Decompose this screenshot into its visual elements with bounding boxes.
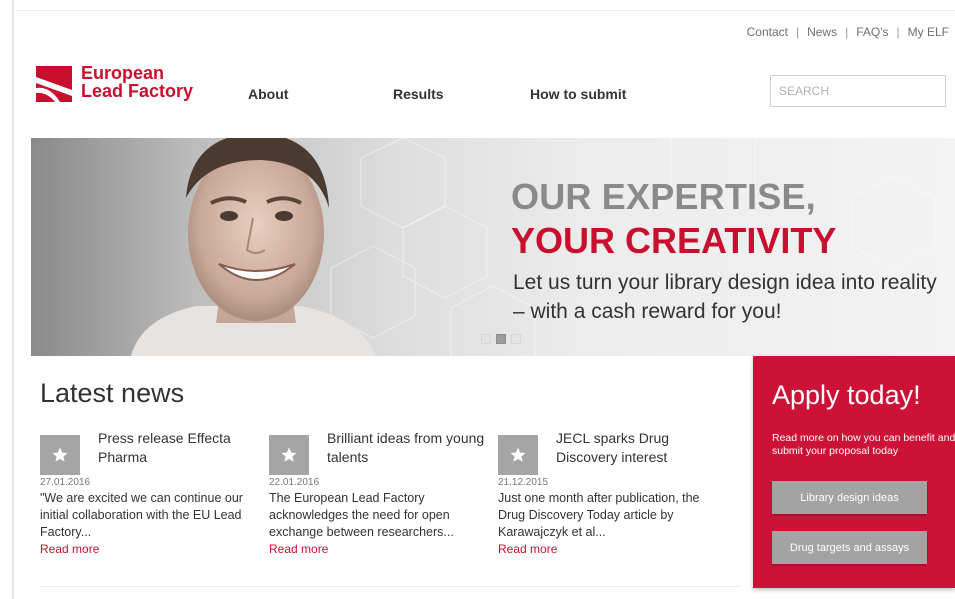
separator: | xyxy=(845,25,849,39)
news-excerpt: The European Lead Factory acknowledges t… xyxy=(269,491,454,539)
frame-border-top xyxy=(12,10,955,11)
hero-subtitle: Let us turn your library design idea int… xyxy=(513,271,937,323)
read-more-link[interactable]: Read more xyxy=(269,542,489,556)
slider-dot-2[interactable] xyxy=(496,334,506,344)
read-more-link[interactable]: Read more xyxy=(40,542,260,556)
library-design-ideas-button[interactable]: Library design ideas xyxy=(772,481,927,514)
nav-about[interactable]: About xyxy=(248,86,288,102)
page: Contact | News | FAQ's | My ELF European… xyxy=(0,0,955,599)
star-icon[interactable] xyxy=(498,435,538,475)
nav-how-to-submit[interactable]: How to submit xyxy=(530,86,626,102)
news-date: 27.01.2016 xyxy=(40,477,91,488)
star-icon[interactable] xyxy=(269,435,309,475)
apply-description: Read more on how you can benefit and sub… xyxy=(772,432,955,457)
star-icon[interactable] xyxy=(40,435,80,475)
news-excerpt: "We are excited we can continue our init… xyxy=(40,491,243,539)
hero-banner[interactable]: OUR EXPERTISE, YOUR CREATIVITY Let us tu… xyxy=(31,138,955,356)
news-item: JECL sparks Drug Discovery interest 21.1… xyxy=(498,428,718,556)
apply-heading: Apply today! xyxy=(772,380,921,410)
apply-panel: Apply today! Read more on how you can be… xyxy=(753,356,955,588)
slider-dot-3[interactable] xyxy=(511,334,521,344)
news-date: 22.01.2016 xyxy=(269,477,320,488)
utility-nav: Contact | News | FAQ's | My ELF xyxy=(747,25,949,39)
news-item: Press release Effecta Pharma 27.01.2016 … xyxy=(40,428,260,556)
news-headline[interactable]: JECL sparks Drug Discovery interest xyxy=(556,428,718,467)
news-headline[interactable]: Brilliant ideas from young talents xyxy=(327,428,489,467)
faqs-link[interactable]: FAQ's xyxy=(856,25,888,39)
news-date: 21.12.2015 xyxy=(498,477,549,488)
latest-news-heading: Latest news xyxy=(40,378,185,408)
smiling-man-photo xyxy=(131,138,376,356)
logo-icon xyxy=(36,66,72,102)
news-headline[interactable]: Press release Effecta Pharma xyxy=(98,428,260,467)
nav-results[interactable]: Results xyxy=(393,86,444,102)
search-input[interactable] xyxy=(770,75,946,107)
drug-targets-button[interactable]: Drug targets and assays xyxy=(772,531,927,564)
slider-dot-1[interactable] xyxy=(481,334,491,344)
logo-line-1: European xyxy=(81,63,165,83)
logo[interactable]: European Lead Factory xyxy=(36,64,193,102)
news-excerpt: Just one month after publication, the Dr… xyxy=(498,491,700,539)
separator: | xyxy=(795,25,800,39)
contact-link[interactable]: Contact xyxy=(747,25,788,39)
slider-dots xyxy=(481,334,526,344)
divider xyxy=(40,586,740,587)
news-item: Brilliant ideas from young talents 22.01… xyxy=(269,428,489,556)
separator: | xyxy=(896,25,900,39)
news-link[interactable]: News xyxy=(807,25,837,39)
read-more-link[interactable]: Read more xyxy=(498,542,718,556)
logo-text: European Lead Factory xyxy=(81,64,193,100)
hero-title-line-2: YOUR CREATIVITY xyxy=(511,220,837,261)
logo-line-2: Lead Factory xyxy=(81,81,194,101)
hero-title-line-1: OUR EXPERTISE, xyxy=(511,176,816,217)
my-elf-link[interactable]: My ELF xyxy=(908,25,949,39)
frame-border xyxy=(12,0,14,599)
